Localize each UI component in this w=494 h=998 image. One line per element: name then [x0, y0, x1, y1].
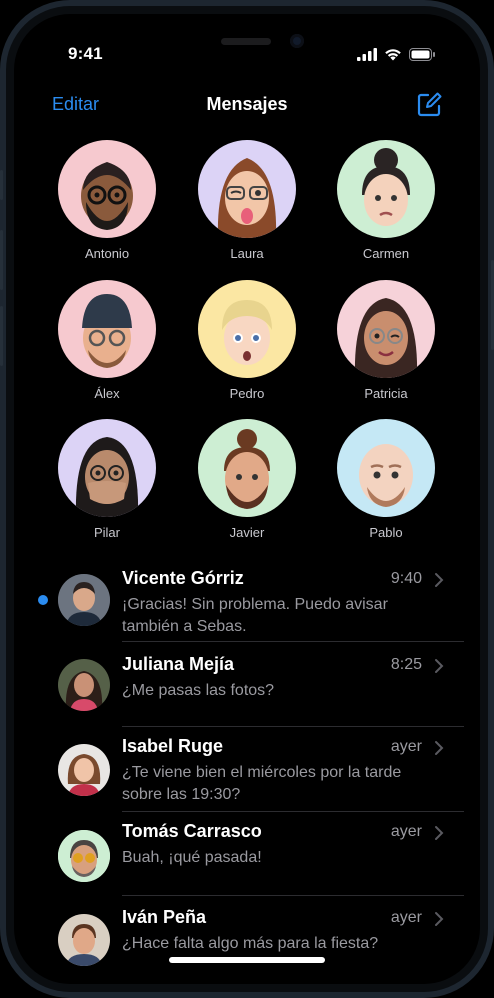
unread-indicator: [38, 595, 48, 605]
pinned-contact-javier[interactable]: Javier: [198, 419, 296, 540]
contact-photo-icon: [58, 659, 110, 711]
message-time: ayer: [390, 823, 422, 840]
memoji-bald-beard-icon: [359, 444, 413, 507]
front-camera: [290, 34, 304, 48]
mute-switch: [0, 170, 3, 200]
avatar: [198, 280, 296, 378]
pinned-name: Pablo: [369, 525, 403, 540]
sender-name: Tomás Carrasco: [122, 821, 262, 841]
message-time: ayer: [390, 909, 422, 926]
volume-down-button: [0, 306, 3, 366]
message-preview-line: ¡Gracias! Sin problema. Puedo avisar: [122, 596, 388, 613]
row-divider: [122, 895, 464, 896]
pinned-contact-laura[interactable]: Laura: [198, 140, 296, 261]
conversation-row-vicente[interactable]: Vicente Górriz 9:40 ¡Gracias! Sin proble…: [14, 566, 480, 642]
compose-icon[interactable]: [416, 92, 442, 118]
avatar: [198, 140, 296, 238]
pinned-contact-pablo[interactable]: Pablo: [337, 419, 435, 540]
avatar: [337, 140, 435, 238]
pinned-name: Laura: [230, 246, 264, 261]
row-divider: [122, 726, 464, 727]
pinned-contact-carmen[interactable]: Carmen: [337, 140, 435, 261]
message-preview-line: sobre las 19:30?: [122, 786, 241, 803]
wifi-icon: [385, 49, 401, 61]
avatar: [58, 419, 156, 517]
chevron-right-icon: [435, 912, 444, 926]
sender-name: Iván Peña: [122, 907, 207, 927]
message-time: 9:40: [390, 570, 422, 587]
row-divider: [122, 641, 464, 642]
avatar: [58, 744, 110, 796]
avatar: [58, 830, 110, 882]
row-divider: [122, 811, 464, 812]
pinned-name: Pilar: [93, 525, 120, 540]
pinned-name: Patricia: [364, 386, 408, 401]
avatar: [198, 419, 296, 517]
memoji-face-mask-icon: [75, 437, 139, 517]
home-indicator[interactable]: [169, 957, 325, 963]
conversation-row-tomas[interactable]: Tomás Carrasco ayer Buah, ¡qué pasada!: [14, 820, 480, 900]
chevron-right-icon: [435, 741, 444, 755]
message-time: 8:25: [390, 656, 422, 673]
battery-icon: [409, 48, 435, 61]
avatar: [337, 280, 435, 378]
memoji-surprised-blonde-icon: [222, 300, 272, 365]
page-title: Mensajes: [206, 94, 288, 114]
earpiece-speaker: [221, 38, 271, 45]
pinned-contact-alex[interactable]: Álex: [58, 280, 156, 401]
pinned-contact-pilar[interactable]: Pilar: [58, 419, 156, 540]
avatar: [58, 280, 156, 378]
phone-screen: 9:41 Editar Mensajes Antonio Laura Carme…: [14, 14, 480, 984]
pinned-name: Antonio: [84, 246, 130, 261]
pinned-name: Carmen: [362, 246, 410, 261]
avatar: [58, 574, 110, 626]
chevron-right-icon: [435, 659, 444, 673]
memoji-wink-tongue-icon: [217, 158, 277, 238]
sender-name: Vicente Górriz: [122, 568, 244, 588]
pinned-contact-patricia[interactable]: Patricia: [337, 280, 435, 401]
message-preview: ¿Hace falta algo más para la fiesta?: [122, 933, 422, 955]
conversation-row-juliana[interactable]: Juliana Mejía 8:25 ¿Me pasas las fotos?: [14, 652, 480, 728]
message-preview-line: ¿Hace falta algo más para la fiesta?: [122, 935, 379, 952]
message-preview-line: Buah, ¡qué pasada!: [122, 849, 262, 866]
avatar: [58, 140, 156, 238]
pinned-name: Pedro: [229, 386, 265, 401]
message-preview-line: ¿Me pasas las fotos?: [122, 682, 275, 699]
contact-photo-icon: [58, 574, 110, 626]
avatar: [337, 419, 435, 517]
memoji-bun-hair-icon: [362, 148, 410, 226]
message-preview-line: también a Sebas.: [122, 618, 247, 635]
pinned-name: Álex: [94, 386, 120, 401]
conversation-row-ivan[interactable]: Iván Peña ayer ¿Hace falta algo más para…: [14, 905, 480, 981]
pinned-contact-pedro[interactable]: Pedro: [198, 280, 296, 401]
memoji-wink-long-hair-icon: [354, 298, 418, 378]
avatar: [58, 914, 110, 966]
memoji-beanie-icon: [82, 294, 132, 368]
sender-name: Isabel Ruge: [122, 736, 224, 756]
cellular-signal-icon: [357, 48, 377, 61]
sender-name: Juliana Mejía: [122, 654, 235, 674]
message-preview: ¿Te viene bien el miércoles por la tarde…: [122, 762, 422, 806]
message-preview: ¿Me pasas las fotos?: [122, 680, 422, 702]
chevron-right-icon: [435, 573, 444, 587]
chevron-right-icon: [435, 826, 444, 840]
memoji-top-knot-beard-icon: [224, 429, 270, 509]
memoji-sunglasses-icon: [58, 830, 110, 882]
status-time: 9:41: [68, 44, 103, 63]
avatar: [58, 659, 110, 711]
message-preview: Buah, ¡qué pasada!: [122, 847, 422, 869]
status-icons: [357, 48, 436, 61]
pinned-name: Javier: [229, 525, 265, 540]
pinned-contact-antonio[interactable]: Antonio: [58, 140, 156, 261]
memoji-bearded-glasses-icon: [81, 162, 133, 230]
message-preview: ¡Gracias! Sin problema. Puedo avisar tam…: [122, 594, 422, 638]
contact-photo-icon: [58, 914, 110, 966]
message-preview-line: ¿Te viene bien el miércoles por la tarde: [122, 764, 402, 781]
contact-photo-icon: [58, 744, 110, 796]
message-time: ayer: [390, 738, 422, 755]
volume-up-button: [0, 230, 3, 290]
conversation-row-isabel[interactable]: Isabel Ruge ayer ¿Te viene bien el miérc…: [14, 734, 480, 814]
